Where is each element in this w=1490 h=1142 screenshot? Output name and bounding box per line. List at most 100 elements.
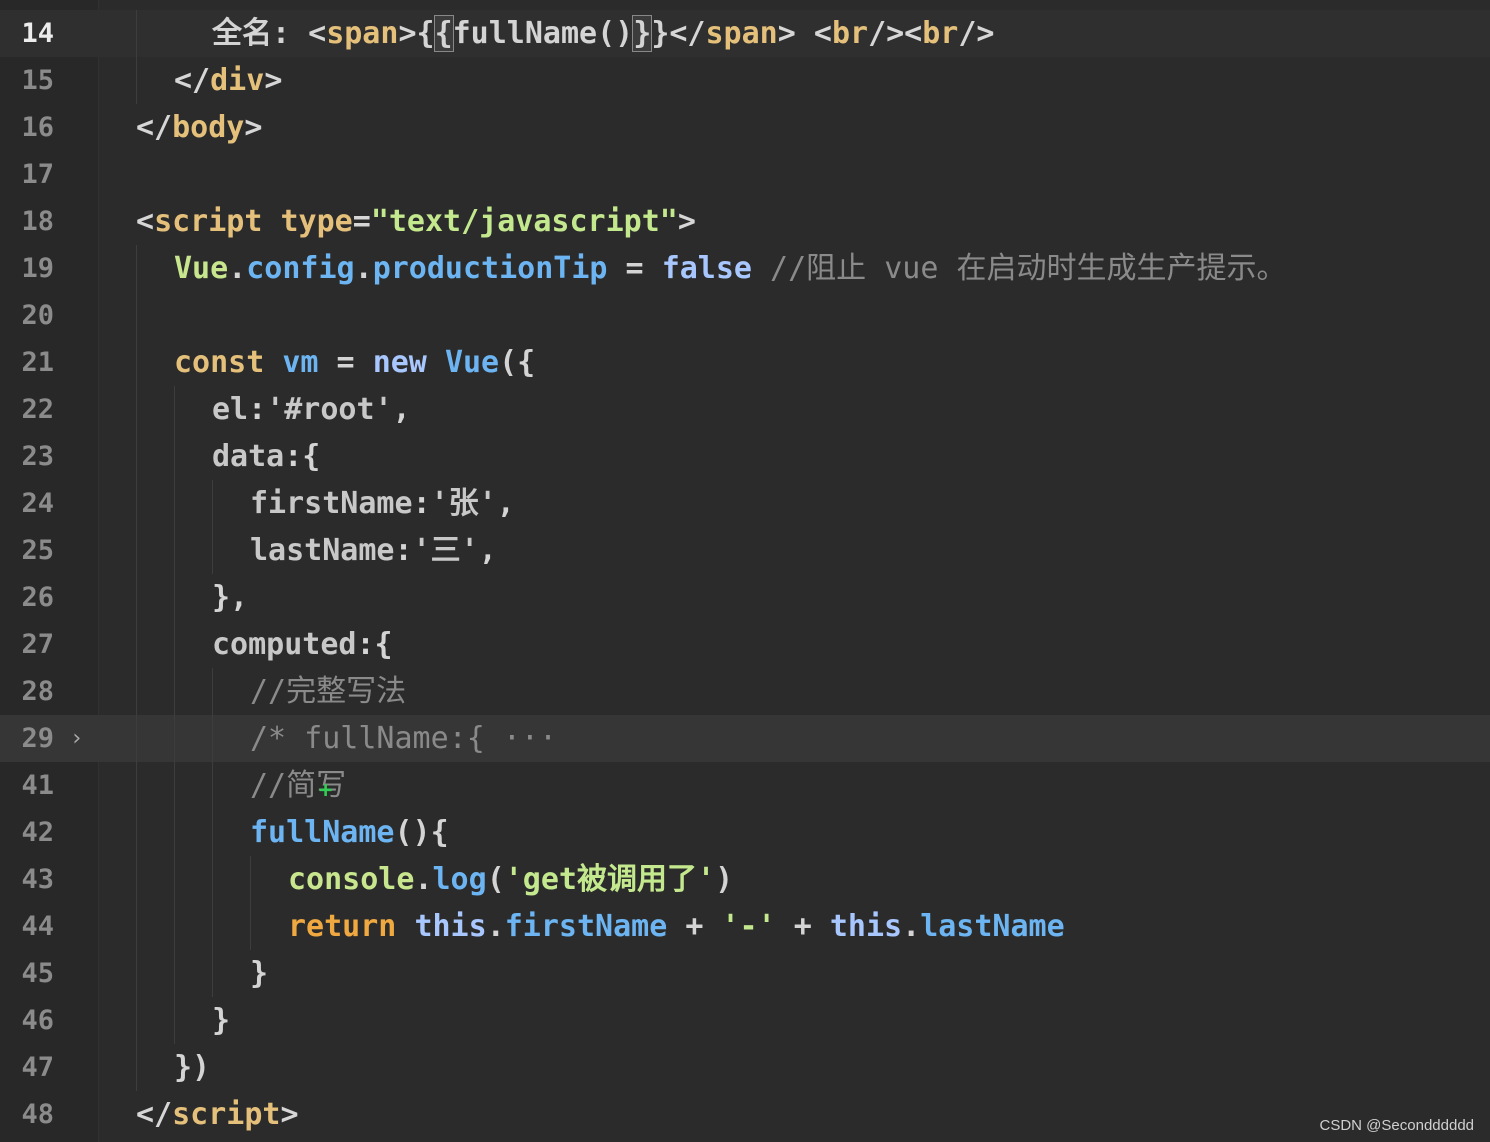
code-token: = — [318, 345, 373, 380]
code-text[interactable]: el:'#root', — [212, 386, 411, 433]
code-line[interactable]: 46} — [0, 997, 1490, 1044]
code-token: }) — [174, 1050, 211, 1085]
code-line[interactable]: 48 </script> — [0, 1091, 1490, 1138]
code-token: + — [775, 909, 830, 944]
code-line[interactable]: 44 return this.firstName + '-' + this.las… — [0, 903, 1490, 950]
code-token: > — [677, 204, 696, 239]
line-number: 16 — [21, 112, 54, 143]
code-line[interactable]: 24 firstName:'张', — [0, 480, 1490, 527]
watermark: CSDN @Secondddddd — [1319, 1117, 1474, 1134]
code-token: Vue — [174, 251, 229, 286]
code-token: } — [212, 1003, 231, 1038]
code-token: (){ — [394, 815, 449, 850]
code-token: </ — [174, 63, 211, 98]
code-line[interactable]: 29 › /* fullName:{ ··· — [0, 715, 1490, 762]
code-token: />< — [868, 16, 923, 51]
line-number: 27 — [21, 629, 54, 660]
code-token: : — [412, 486, 431, 521]
code-token: /> — [958, 16, 995, 51]
code-text[interactable]: } — [250, 950, 268, 997]
code-text[interactable]: } — [212, 997, 230, 1044]
code-text[interactable]: data:{ — [212, 433, 320, 480]
code-line[interactable]: 18 <script type="text/javascript"> — [0, 198, 1490, 245]
code-line[interactable]: 43 console.log('get被调用了') — [0, 856, 1490, 903]
code-text[interactable]: return this.firstName + '-' + this.lastN… — [288, 903, 1065, 950]
code-token: br — [922, 16, 959, 51]
code-line[interactable]: 45} — [0, 950, 1490, 997]
code-text[interactable]: </script> — [136, 1091, 299, 1138]
code-text[interactable]: computed:{ — [212, 621, 393, 668]
code-lines[interactable]: 14 全名: <span>{{fullName()}}</span> <br/><… — [0, 10, 1490, 1138]
line-number: 44 — [21, 911, 54, 942]
code-line[interactable]: 41//简写 — [0, 762, 1490, 809]
code-token: > — [244, 110, 263, 145]
code-token: 全名: — [212, 16, 309, 51]
code-line[interactable]: 17 — [0, 151, 1490, 198]
code-text[interactable]: lastName:'三', — [250, 527, 497, 574]
code-token: > — [398, 16, 417, 51]
code-token: return — [288, 909, 397, 944]
line-number: 26 — [21, 582, 54, 613]
code-token: } — [250, 956, 269, 991]
code-token: computed — [212, 627, 357, 662]
code-text[interactable]: 全名: <span>{{fullName()}}</span> <br/><br… — [212, 10, 995, 57]
code-token: div — [210, 63, 265, 98]
code-token: config — [246, 251, 355, 286]
code-line[interactable]: 19 Vue.config.productionTip = false //阻止 … — [0, 245, 1490, 292]
code-token: 'get被调用了' — [504, 862, 716, 897]
code-line[interactable]: 16 </body> — [0, 104, 1490, 151]
code-token: :{ — [284, 439, 321, 474]
line-number: 21 — [21, 347, 54, 378]
code-token: . — [354, 251, 373, 286]
code-token: const — [174, 345, 265, 380]
line-number: 42 — [21, 817, 54, 848]
code-line[interactable]: 47}) — [0, 1044, 1490, 1091]
code-text[interactable]: firstName:'张', — [250, 480, 515, 527]
code-line[interactable]: 23 data:{ — [0, 433, 1490, 480]
indent-guide — [174, 386, 175, 1044]
code-line[interactable]: 42 fullName(){ — [0, 809, 1490, 856]
code-token: firstName — [250, 486, 413, 521]
line-number: 43 — [21, 864, 54, 895]
code-token: //完整写法 — [250, 674, 407, 709]
line-number: 29 — [21, 723, 54, 754]
code-line[interactable]: 14 全名: <span>{{fullName()}}</span> <br/><… — [0, 10, 1490, 57]
code-line[interactable]: 27 computed:{ — [0, 621, 1490, 668]
code-text[interactable]: </body> — [136, 104, 262, 151]
code-token: < — [308, 16, 327, 51]
code-token: log — [432, 862, 487, 897]
code-line[interactable]: 21 const vm = new Vue({ — [0, 339, 1490, 386]
code-text[interactable]: const vm = new Vue({ — [174, 339, 535, 386]
code-line[interactable]: 15 </div> — [0, 57, 1490, 104]
code-text[interactable]: /* fullName:{ ··· — [250, 715, 557, 762]
indent-guide — [136, 245, 137, 1091]
code-text[interactable]: console.log('get被调用了') — [288, 856, 733, 903]
code-line[interactable]: 25 lastName:'三', — [0, 527, 1490, 574]
code-text[interactable]: }, — [212, 574, 248, 621]
code-text[interactable]: <script type="text/javascript"> — [136, 198, 696, 245]
code-text[interactable]: fullName(){ — [250, 809, 449, 856]
code-line[interactable]: 26}, — [0, 574, 1490, 621]
fold-expand-icon[interactable]: › — [70, 715, 83, 762]
code-token: new — [372, 345, 427, 380]
code-token: lastName — [920, 909, 1065, 944]
code-token: . — [486, 909, 505, 944]
indent-guide — [212, 480, 213, 574]
code-token: . — [228, 251, 247, 286]
change-marker-icon: + — [319, 778, 333, 803]
code-line[interactable]: 28 //完整写法 — [0, 668, 1490, 715]
code-token: '三' — [412, 533, 479, 568]
code-token: span — [705, 16, 778, 51]
code-editor[interactable]: 14 全名: <span>{{fullName()}}</span> <br/><… — [0, 0, 1490, 1142]
code-text[interactable]: //完整写法 — [250, 668, 406, 715]
code-token: Vue — [444, 345, 500, 380]
line-number: 20 — [21, 300, 54, 331]
code-line[interactable]: 22 el:'#root', — [0, 386, 1490, 433]
code-text[interactable]: }) — [174, 1044, 210, 1091]
code-text[interactable]: </div> — [174, 57, 282, 104]
code-token: > — [280, 1097, 299, 1132]
code-token: br — [831, 16, 869, 51]
code-line[interactable]: 20 — [0, 292, 1490, 339]
code-text[interactable]: Vue.config.productionTip = false //阻止 vu… — [174, 245, 1287, 292]
code-token: ({ — [499, 345, 536, 380]
